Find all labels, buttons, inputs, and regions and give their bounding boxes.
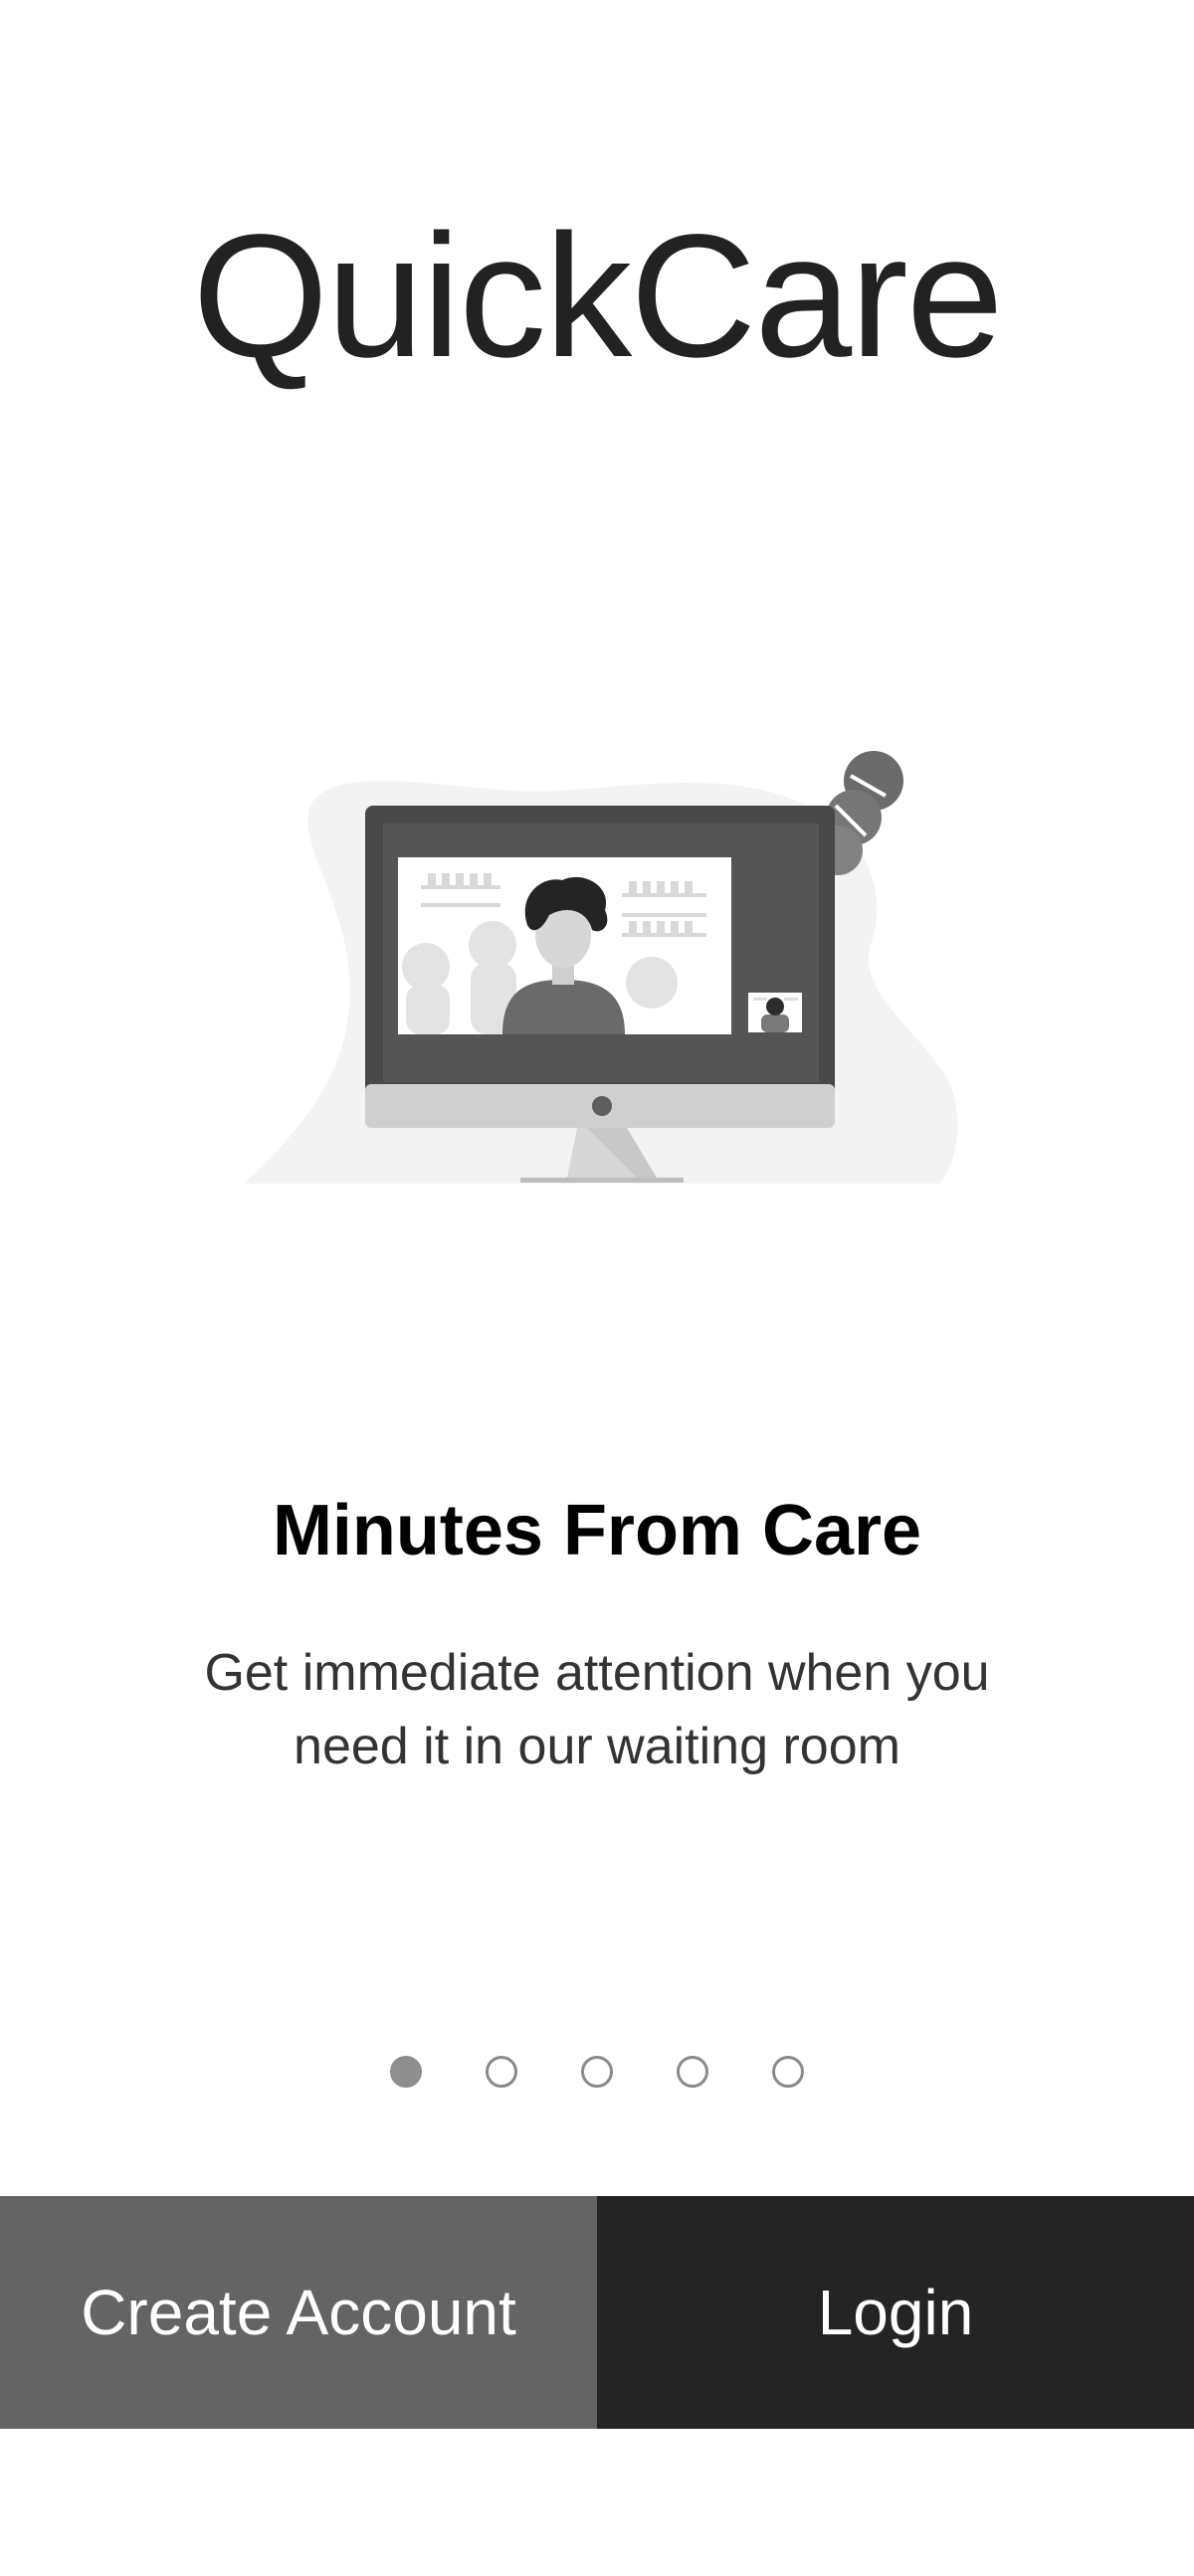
page-dot-4[interactable] xyxy=(677,2056,708,2088)
page-dot-5[interactable] xyxy=(772,2056,804,2088)
page-indicator xyxy=(0,2056,1194,2088)
page-dot-1[interactable] xyxy=(390,2056,422,2088)
camera-dot xyxy=(592,1096,612,1116)
app-title: QuickCare xyxy=(192,199,1003,394)
login-button[interactable]: Login xyxy=(597,2196,1194,2429)
page-dot-3[interactable] xyxy=(581,2056,613,2088)
create-account-button[interactable]: Create Account xyxy=(0,2196,597,2429)
slide-title: Minutes From Care xyxy=(272,1491,922,1570)
page-dot-2[interactable] xyxy=(486,2056,517,2088)
auth-action-bar: Create Account Login xyxy=(0,2196,1194,2429)
telehealth-illustration xyxy=(244,751,958,1184)
slide-description: Get immediate attention when you need it… xyxy=(204,1644,990,1775)
